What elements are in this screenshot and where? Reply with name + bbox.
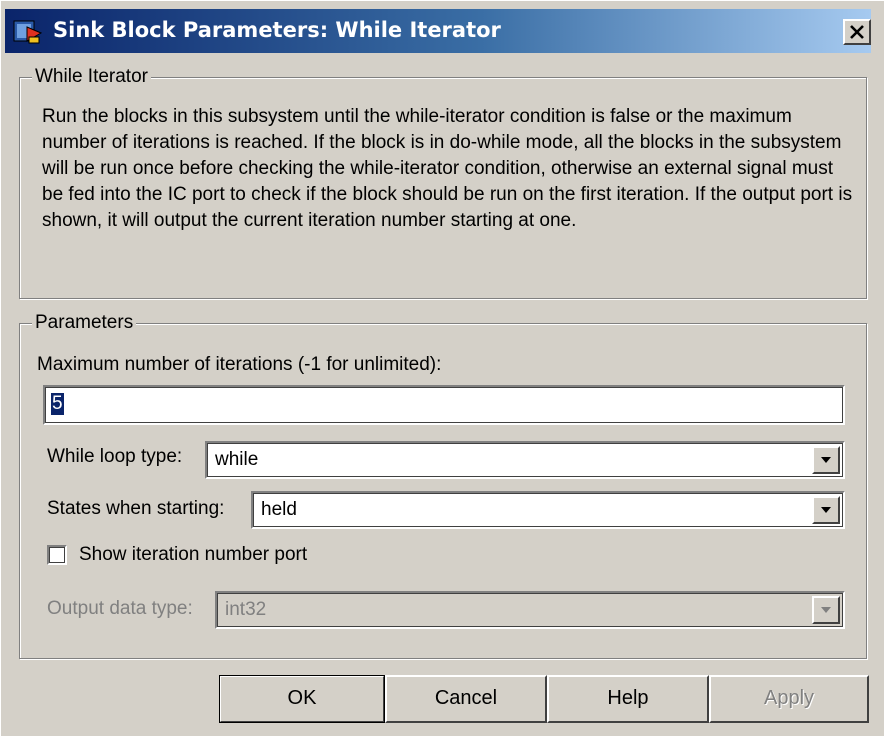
parameters-group-legend: Parameters <box>32 311 137 335</box>
dialog-window: Sink Block Parameters: While Iterator Wh… <box>0 0 884 736</box>
show-iteration-port-label[interactable]: Show iteration number port <box>79 543 307 567</box>
close-button[interactable] <box>843 19 871 45</box>
apply-button[interactable]: Apply <box>709 675 869 723</box>
loop-type-value: while <box>215 449 259 470</box>
ok-button[interactable]: OK <box>219 675 385 723</box>
block-description: Run the blocks in this subsystem until t… <box>42 106 853 231</box>
loop-type-dropdown-button[interactable] <box>812 446 840 474</box>
description-group: While Iterator Run the blocks in this su… <box>19 65 867 299</box>
chevron-down-icon <box>821 507 831 513</box>
chevron-down-icon <box>821 607 831 613</box>
output-data-type-select[interactable]: int32 <box>215 591 845 629</box>
window-title: Sink Block Parameters: While Iterator <box>53 18 501 42</box>
close-icon <box>850 25 864 39</box>
states-when-starting-value: held <box>261 499 297 520</box>
max-iterations-label: Maximum number of iterations (-1 for unl… <box>37 354 442 375</box>
output-data-type-label: Output data type: <box>47 598 193 619</box>
cancel-button[interactable]: Cancel <box>385 675 547 723</box>
loop-type-label: While loop type: <box>47 446 183 467</box>
states-when-starting-dropdown-button[interactable] <box>812 496 840 524</box>
states-when-starting-label: States when starting: <box>47 498 225 519</box>
chevron-down-icon <box>821 457 831 463</box>
description-group-legend: While Iterator <box>32 65 151 89</box>
simulink-block-icon <box>13 19 43 45</box>
output-data-type-value: int32 <box>225 599 267 620</box>
output-data-type-dropdown-button[interactable] <box>812 596 840 624</box>
title-bar[interactable]: Sink Block Parameters: While Iterator <box>5 9 871 53</box>
max-iterations-input[interactable]: 5 <box>43 385 845 425</box>
max-iterations-value: 5 <box>51 393 64 415</box>
loop-type-select[interactable]: while <box>205 441 845 479</box>
help-button[interactable]: Help <box>547 675 709 723</box>
states-when-starting-select[interactable]: held <box>251 491 845 529</box>
show-iteration-port-checkbox[interactable] <box>47 545 67 565</box>
